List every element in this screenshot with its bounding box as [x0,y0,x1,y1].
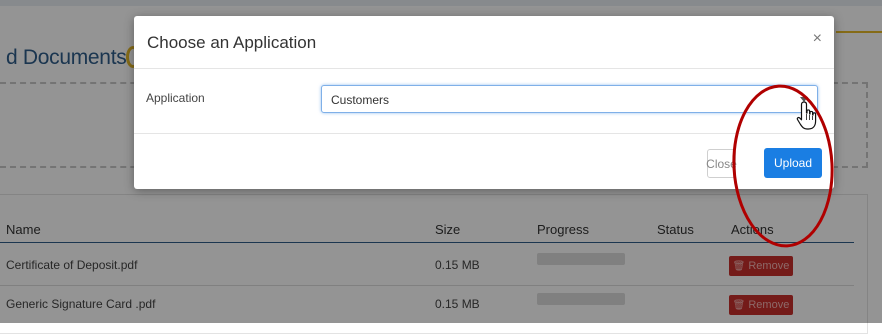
modal-body: Application Customers [134,69,834,134]
close-icon[interactable]: × [813,30,822,48]
application-select[interactable]: Customers [321,85,818,113]
hand-pointer-icon [796,101,817,130]
upload-button[interactable]: Upload [764,148,822,178]
modal-header: Choose an Application × [134,16,834,69]
modal-title: Choose an Application [147,33,317,52]
choose-application-modal: Choose an Application × Application Cust… [134,16,834,189]
application-label: Application [146,91,205,105]
close-button[interactable]: Close [706,149,737,178]
application-select-value: Customers [331,93,390,107]
